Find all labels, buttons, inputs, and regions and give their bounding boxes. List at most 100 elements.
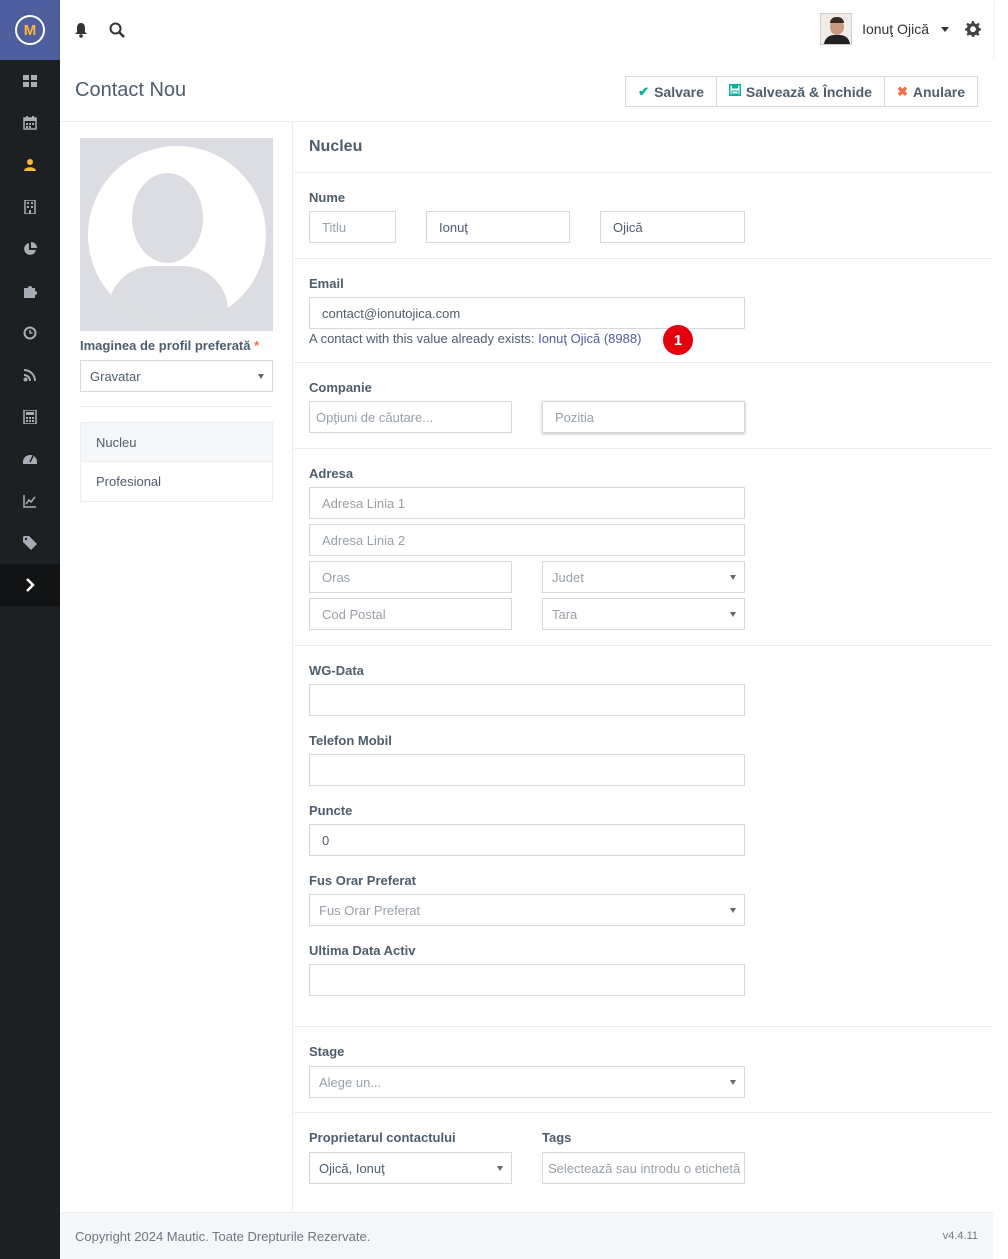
required-mark: * — [254, 338, 260, 353]
version-text: v4.4.11 — [942, 1230, 978, 1242]
user-name: Ionuţ Ojică — [862, 21, 929, 37]
dashboard-icon — [23, 75, 37, 87]
timezone-label: Fus Orar Preferat — [309, 873, 416, 888]
wg-data-field[interactable] — [309, 684, 745, 716]
email-label: Email — [309, 276, 344, 291]
first-name-field[interactable]: Ionuţ — [426, 211, 570, 243]
divider — [294, 1026, 993, 1027]
user-icon — [24, 159, 36, 171]
search-icon — [109, 22, 125, 38]
calendar-icon — [23, 116, 37, 130]
mobile-label: Telefon Mobil — [309, 733, 392, 748]
tab-profesional[interactable]: Profesional — [81, 462, 272, 501]
profile-image-pref-select[interactable]: Gravatar — [80, 360, 273, 392]
chevron-down-icon — [941, 26, 949, 32]
sidebar-item-companies[interactable] — [0, 186, 60, 228]
toolbar: ✔ Salvare Salvează & Închide ✖ Anulare — [625, 76, 978, 107]
cancel-button[interactable]: ✖ Anulare — [884, 76, 978, 107]
line-chart-icon — [23, 495, 36, 508]
last-active-field[interactable] — [309, 964, 745, 996]
stage-label: Stage — [309, 1044, 345, 1059]
caret-down-icon — [730, 612, 736, 617]
points-label: Puncte — [309, 803, 353, 818]
bell-icon — [75, 23, 87, 38]
sidebar-expand-toggle[interactable] — [0, 564, 60, 606]
tag-icon — [23, 536, 37, 550]
page-header: Contact Nou ✔ Salvare Salvează & Închide… — [60, 60, 993, 122]
timezone-select[interactable]: Fus Orar Preferat — [309, 894, 745, 926]
name-label: Nume — [309, 190, 346, 205]
city-field[interactable]: Oras — [309, 561, 512, 593]
avatar — [820, 13, 853, 45]
save-close-label: Salvează & Închide — [745, 83, 872, 100]
sidebar-item-channels[interactable] — [0, 354, 60, 396]
chevron-right-icon — [26, 578, 35, 592]
address-line2-field[interactable]: Adresa Linia 2 — [309, 524, 745, 556]
settings-button[interactable] — [965, 21, 981, 37]
footer: Copyright 2024 Mautic. Toate Drepturile … — [60, 1212, 993, 1259]
close-icon: ✖ — [896, 83, 908, 99]
divider — [294, 362, 993, 363]
rss-icon — [23, 369, 36, 382]
section-title: Nucleu — [309, 138, 363, 155]
pie-chart-icon — [24, 242, 37, 255]
zip-field[interactable]: Cod Postal — [309, 598, 512, 630]
sidebar-item-dashboard[interactable] — [0, 60, 60, 102]
position-field[interactable]: Pozitia — [542, 401, 745, 433]
user-menu[interactable]: Ionuţ Ojică — [820, 13, 949, 45]
caret-down-icon — [730, 575, 736, 580]
sidebar-nav — [0, 60, 60, 606]
sidebar-item-segments[interactable] — [0, 228, 60, 270]
tab-nucleu[interactable]: Nucleu — [81, 423, 272, 462]
sidebar-item-history[interactable] — [0, 312, 60, 354]
mobile-field[interactable] — [309, 754, 745, 786]
owner-select[interactable]: Ojică, Ionuţ — [309, 1152, 512, 1184]
wg-data-label: WG-Data — [309, 663, 364, 678]
country-select[interactable]: Tara — [542, 598, 745, 630]
floppy-disk-icon — [728, 84, 741, 99]
divider — [294, 1112, 993, 1113]
address-line1-field[interactable]: Adresa Linia 1 — [309, 487, 745, 519]
gear-icon — [965, 21, 981, 37]
points-field[interactable]: 0 — [309, 824, 745, 856]
save-button[interactable]: ✔ Salvare — [625, 76, 717, 107]
profile-image-pref-value: Gravatar — [90, 368, 141, 384]
sidebar-item-tags[interactable] — [0, 522, 60, 564]
owner-label: Proprietarul contactului — [309, 1130, 456, 1145]
cancel-label: Anulare — [912, 83, 965, 100]
clock-icon — [23, 326, 37, 340]
title-field[interactable]: Titlu — [309, 211, 396, 243]
annotation-badge: 1 — [663, 325, 693, 355]
caret-down-icon — [730, 1080, 736, 1085]
sidebar-item-components[interactable] — [0, 270, 60, 312]
tags-label: Tags — [542, 1130, 572, 1145]
puzzle-icon — [24, 286, 37, 298]
sidebar-item-points[interactable] — [0, 396, 60, 438]
calculator-icon — [23, 410, 37, 424]
stage-select[interactable]: Alege un... — [309, 1066, 745, 1098]
last-name-field[interactable]: Ojică — [600, 211, 745, 243]
mautic-logo[interactable]: M — [0, 0, 60, 60]
sidebar: M — [0, 0, 60, 1259]
save-close-button[interactable]: Salvează & Închide — [716, 76, 885, 107]
save-label: Salvare — [654, 83, 704, 100]
profile-image-placeholder — [80, 138, 273, 331]
sidebar-item-calendar[interactable] — [0, 102, 60, 144]
form-tabs: Nucleu Profesional — [80, 422, 273, 502]
notifications-button[interactable] — [63, 0, 99, 60]
sidebar-item-contacts[interactable] — [0, 144, 60, 186]
contact-form: Nucleu Nume Titlu Ionuţ Ojică Email cont… — [294, 122, 993, 1212]
county-select[interactable]: Judet — [542, 561, 745, 593]
existing-contact-link[interactable]: Ionuţ Ojică (8988) — [538, 331, 641, 346]
copyright-text: Copyright 2024 Mautic. Toate Drepturile … — [75, 1229, 371, 1244]
company-label: Companie — [309, 380, 372, 395]
avatar-placeholder-icon — [87, 145, 266, 324]
divider — [294, 448, 993, 449]
sidebar-item-reports[interactable] — [0, 480, 60, 522]
tags-input[interactable]: Selectează sau introdu o etichetă — [542, 1152, 745, 1184]
company-search-field[interactable]: Opţiuni de căutare... — [309, 401, 512, 433]
sidebar-item-stages[interactable] — [0, 438, 60, 480]
logo-icon: M — [15, 15, 45, 45]
topbar: Ionuţ Ojică — [60, 0, 993, 60]
search-button[interactable] — [99, 0, 135, 60]
